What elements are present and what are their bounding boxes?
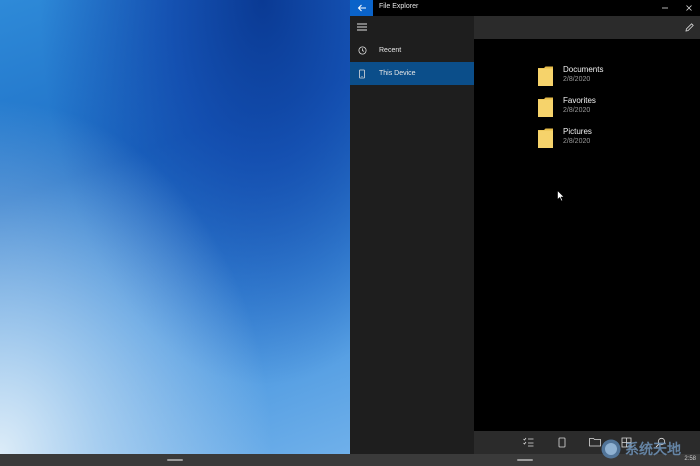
taskbar-clock: 2:58 — [684, 456, 696, 462]
folder-date: 2/8/2020 — [563, 76, 591, 83]
device-icon — [558, 437, 566, 447]
close-button[interactable] — [678, 0, 700, 16]
nav-item-recent[interactable]: Recent — [350, 39, 474, 62]
watermark-logo-icon — [601, 439, 621, 459]
folder-name: Pictures — [563, 127, 592, 136]
close-icon — [686, 5, 692, 11]
device-icon — [350, 69, 374, 79]
window-title: File Explorer — [379, 3, 419, 10]
mouse-pointer-icon — [557, 190, 565, 202]
folder-item-pictures[interactable]: Pictures 2/8/2020 — [537, 126, 657, 152]
hamburger-icon — [357, 23, 367, 31]
arrow-left-icon — [357, 4, 366, 12]
clock-icon — [350, 46, 374, 55]
taskbar: 2:58 — [0, 454, 700, 466]
folder-date: 2/8/2020 — [563, 107, 591, 114]
title-bar: File Explorer — [350, 0, 700, 16]
select-button[interactable] — [521, 435, 535, 449]
folder-list: Documents 2/8/2020 Favorites 2/8/2020 Pi… — [474, 39, 700, 431]
folder-icon — [538, 66, 553, 86]
folder-icon — [538, 97, 553, 117]
folder-item-documents[interactable]: Documents 2/8/2020 — [537, 64, 657, 90]
checklist-icon — [522, 437, 533, 447]
right-screen-handle[interactable] — [517, 459, 533, 461]
folder-name: Documents — [563, 65, 604, 74]
watermark: 系统天地 — [600, 438, 681, 460]
back-button[interactable] — [350, 0, 373, 16]
navigation-pane: Recent This Device — [350, 16, 474, 454]
folder-name: Favorites — [563, 96, 596, 105]
desktop-wallpaper — [0, 0, 350, 454]
hamburger-menu-button[interactable] — [354, 19, 370, 35]
minimize-icon — [662, 7, 668, 9]
content-header — [474, 16, 700, 39]
folder-icon — [538, 128, 553, 148]
new-file-button[interactable] — [555, 435, 569, 449]
folder-item-favorites[interactable]: Favorites 2/8/2020 — [537, 95, 657, 121]
nav-item-this-device[interactable]: This Device — [350, 62, 474, 85]
pencil-icon — [684, 22, 694, 32]
folder-date: 2/8/2020 — [563, 138, 591, 145]
watermark-text: 系统天地 — [625, 442, 681, 458]
nav-item-label: Recent — [379, 47, 402, 54]
edit-button[interactable] — [682, 20, 696, 34]
minimize-button[interactable] — [654, 0, 676, 16]
left-screen-handle[interactable] — [167, 459, 183, 461]
file-explorer-window: File Explorer Recent This Device Documen… — [350, 0, 700, 454]
nav-item-label: This Device — [379, 70, 416, 77]
